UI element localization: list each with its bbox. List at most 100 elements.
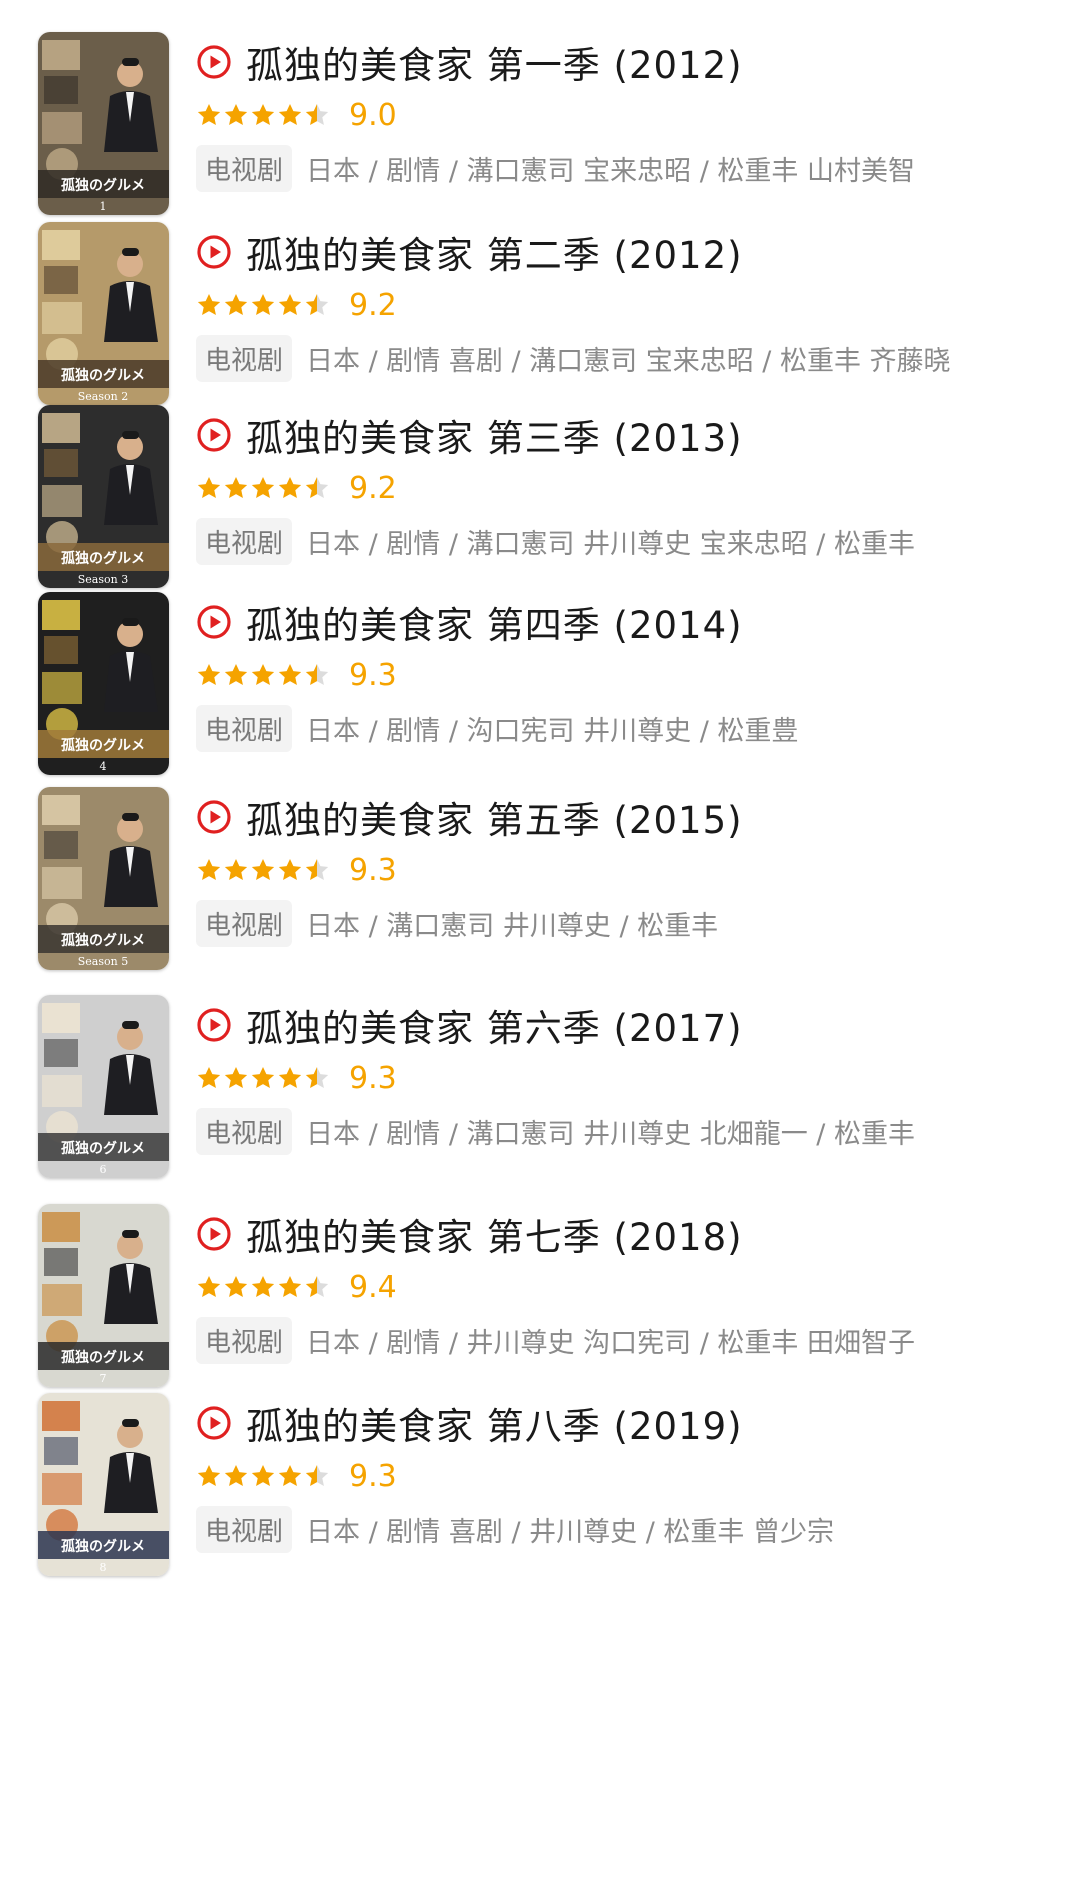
item-meta: 日本 / 剧情 / 井川尊史 沟口宪司 / 松重丰 田畑智子	[306, 1327, 915, 1359]
rating-row: 9.2	[196, 284, 397, 326]
title-row[interactable]: 孤独的美食家 第五季 (2015)	[196, 787, 743, 847]
svg-text:8: 8	[100, 1561, 107, 1574]
poster-image[interactable]: 孤独のグルメ 7	[38, 1204, 169, 1387]
star-icon	[278, 293, 302, 315]
category-tag: 电视剧	[196, 1107, 293, 1155]
svg-text:孤独のグルメ: 孤独のグルメ	[61, 737, 145, 754]
item-meta: 日本 / 溝口憲司 井川尊史 / 松重丰	[306, 910, 719, 942]
category-tag: 电视剧	[196, 704, 293, 752]
star-icon	[197, 858, 221, 880]
item-title[interactable]: 孤独的美食家 第七季 (2018)	[246, 1207, 743, 1261]
rating-score: 9.3	[349, 852, 397, 888]
meta-row: 电视剧 日本 / 剧情 喜剧 / 井川尊史 / 松重丰 曾少宗	[196, 1505, 834, 1553]
list-item[interactable]: 孤独のグルメ Season 2 孤独的美食家 第二季 (2012) 9.2 电视剧 日本 …	[0, 222, 1080, 412]
play-circle-icon[interactable]	[196, 44, 232, 80]
play-circle-icon[interactable]	[196, 1216, 232, 1252]
meta-row: 电视剧 日本 / 溝口憲司 井川尊史 / 松重丰	[196, 899, 719, 947]
star-icon	[305, 1275, 329, 1297]
list-item[interactable]: 孤独のグルメ Season 5 孤独的美食家 第五季 (2015) 9.3 电视剧 日本 …	[0, 787, 1080, 977]
list-item[interactable]: 孤独のグルメ 1 孤独的美食家 第一季 (2012) 9.0 电视剧 日本 / 剧情 / …	[0, 32, 1080, 222]
poster-image[interactable]: 孤独のグルメ 1	[38, 32, 169, 215]
poster-image[interactable]: 孤独のグルメ 8	[38, 1393, 169, 1576]
star-icon	[251, 663, 275, 685]
svg-text:Season 3: Season 3	[78, 573, 128, 586]
star-icon	[305, 293, 329, 315]
item-meta: 日本 / 剧情 喜剧 / 井川尊史 / 松重丰 曾少宗	[306, 1516, 834, 1548]
category-tag: 电视剧	[196, 144, 293, 192]
poster-image[interactable]: 孤独のグルメ 4	[38, 592, 169, 775]
item-title[interactable]: 孤独的美食家 第八季 (2019)	[246, 1396, 743, 1450]
star-icon	[305, 1066, 329, 1088]
play-circle-icon[interactable]	[196, 417, 232, 453]
poster-image[interactable]: 孤独のグルメ Season 5	[38, 787, 169, 970]
star-icon	[197, 476, 221, 498]
play-circle-icon[interactable]	[196, 604, 232, 640]
star-icon	[251, 476, 275, 498]
category-tag: 电视剧	[196, 1316, 293, 1364]
list-item[interactable]: 孤独のグルメ 7 孤独的美食家 第七季 (2018) 9.4 电视剧 日本 / 剧情 / …	[0, 1204, 1080, 1394]
star-icon	[224, 663, 248, 685]
item-title[interactable]: 孤独的美食家 第六季 (2017)	[246, 998, 743, 1052]
item-meta: 日本 / 剧情 / 溝口憲司 井川尊史 宝来忠昭 / 松重丰	[306, 528, 915, 560]
star-icon	[305, 476, 329, 498]
rating-row: 9.3	[196, 654, 397, 696]
star-icon	[197, 293, 221, 315]
list-item[interactable]: 孤独のグルメ 6 孤独的美食家 第六季 (2017) 9.3 电视剧 日本 / 剧情 / …	[0, 995, 1080, 1185]
meta-row: 电视剧 日本 / 剧情 / 沟口宪司 井川尊史 / 松重豊	[196, 704, 799, 752]
poster-image[interactable]: 孤独のグルメ 6	[38, 995, 169, 1178]
play-circle-icon[interactable]	[196, 1007, 232, 1043]
star-rating	[196, 1463, 331, 1489]
star-icon	[197, 103, 221, 125]
star-rating	[196, 475, 331, 501]
item-title[interactable]: 孤独的美食家 第二季 (2012)	[246, 225, 743, 279]
title-row[interactable]: 孤独的美食家 第八季 (2019)	[196, 1393, 743, 1453]
meta-row: 电视剧 日本 / 剧情 / 溝口憲司 井川尊史 宝来忠昭 / 松重丰	[196, 517, 915, 565]
list-item[interactable]: 孤独のグルメ 8 孤独的美食家 第八季 (2019) 9.3 电视剧 日本 / 剧情 喜剧…	[0, 1393, 1080, 1583]
item-meta: 日本 / 剧情 喜剧 / 溝口憲司 宝来忠昭 / 松重丰 齐藤晓	[306, 345, 951, 377]
title-row[interactable]: 孤独的美食家 第六季 (2017)	[196, 995, 743, 1055]
poster-image[interactable]: 孤独のグルメ Season 2	[38, 222, 169, 405]
item-meta: 日本 / 剧情 / 沟口宪司 井川尊史 / 松重豊	[306, 715, 799, 747]
title-row[interactable]: 孤独的美食家 第一季 (2012)	[196, 32, 743, 92]
star-rating	[196, 102, 331, 128]
play-circle-icon[interactable]	[196, 1405, 232, 1441]
poster-image[interactable]: 孤独のグルメ Season 3	[38, 405, 169, 588]
star-icon	[251, 103, 275, 125]
title-row[interactable]: 孤独的美食家 第七季 (2018)	[196, 1204, 743, 1264]
item-title[interactable]: 孤独的美食家 第四季 (2014)	[246, 595, 743, 649]
star-icon	[197, 1275, 221, 1297]
title-row[interactable]: 孤独的美食家 第四季 (2014)	[196, 592, 743, 652]
play-circle-icon[interactable]	[196, 799, 232, 835]
rating-row: 9.3	[196, 849, 397, 891]
rating-score: 9.2	[349, 470, 397, 506]
svg-text:孤独のグルメ: 孤独のグルメ	[61, 1349, 145, 1366]
svg-text:Season 5: Season 5	[78, 955, 128, 968]
star-icon	[278, 858, 302, 880]
star-icon	[197, 1464, 221, 1486]
item-title[interactable]: 孤独的美食家 第五季 (2015)	[246, 790, 743, 844]
star-icon	[278, 1464, 302, 1486]
play-circle-icon[interactable]	[196, 234, 232, 270]
star-icon	[224, 1464, 248, 1486]
star-icon	[305, 1464, 329, 1486]
title-row[interactable]: 孤独的美食家 第三季 (2013)	[196, 405, 743, 465]
star-icon	[197, 1066, 221, 1088]
star-icon	[278, 103, 302, 125]
item-title[interactable]: 孤独的美食家 第三季 (2013)	[246, 408, 743, 462]
list-item[interactable]: 孤独のグルメ 4 孤独的美食家 第四季 (2014) 9.3 电视剧 日本 / 剧情 / …	[0, 592, 1080, 782]
rating-score: 9.3	[349, 1060, 397, 1096]
list-item[interactable]: 孤独のグルメ Season 3 孤独的美食家 第三季 (2013) 9.2 电视剧 日本 …	[0, 405, 1080, 595]
title-row[interactable]: 孤独的美食家 第二季 (2012)	[196, 222, 743, 282]
star-icon	[251, 1275, 275, 1297]
svg-text:孤独のグルメ: 孤独のグルメ	[61, 367, 145, 384]
star-rating	[196, 292, 331, 318]
category-tag: 电视剧	[196, 517, 293, 565]
star-icon	[251, 1464, 275, 1486]
star-icon	[278, 1066, 302, 1088]
item-title[interactable]: 孤独的美食家 第一季 (2012)	[246, 35, 743, 89]
svg-text:Season 2: Season 2	[78, 390, 128, 403]
star-icon	[224, 293, 248, 315]
star-icon	[278, 476, 302, 498]
star-icon	[278, 1275, 302, 1297]
item-meta: 日本 / 剧情 / 溝口憲司 宝来忠昭 / 松重丰 山村美智	[306, 155, 915, 187]
